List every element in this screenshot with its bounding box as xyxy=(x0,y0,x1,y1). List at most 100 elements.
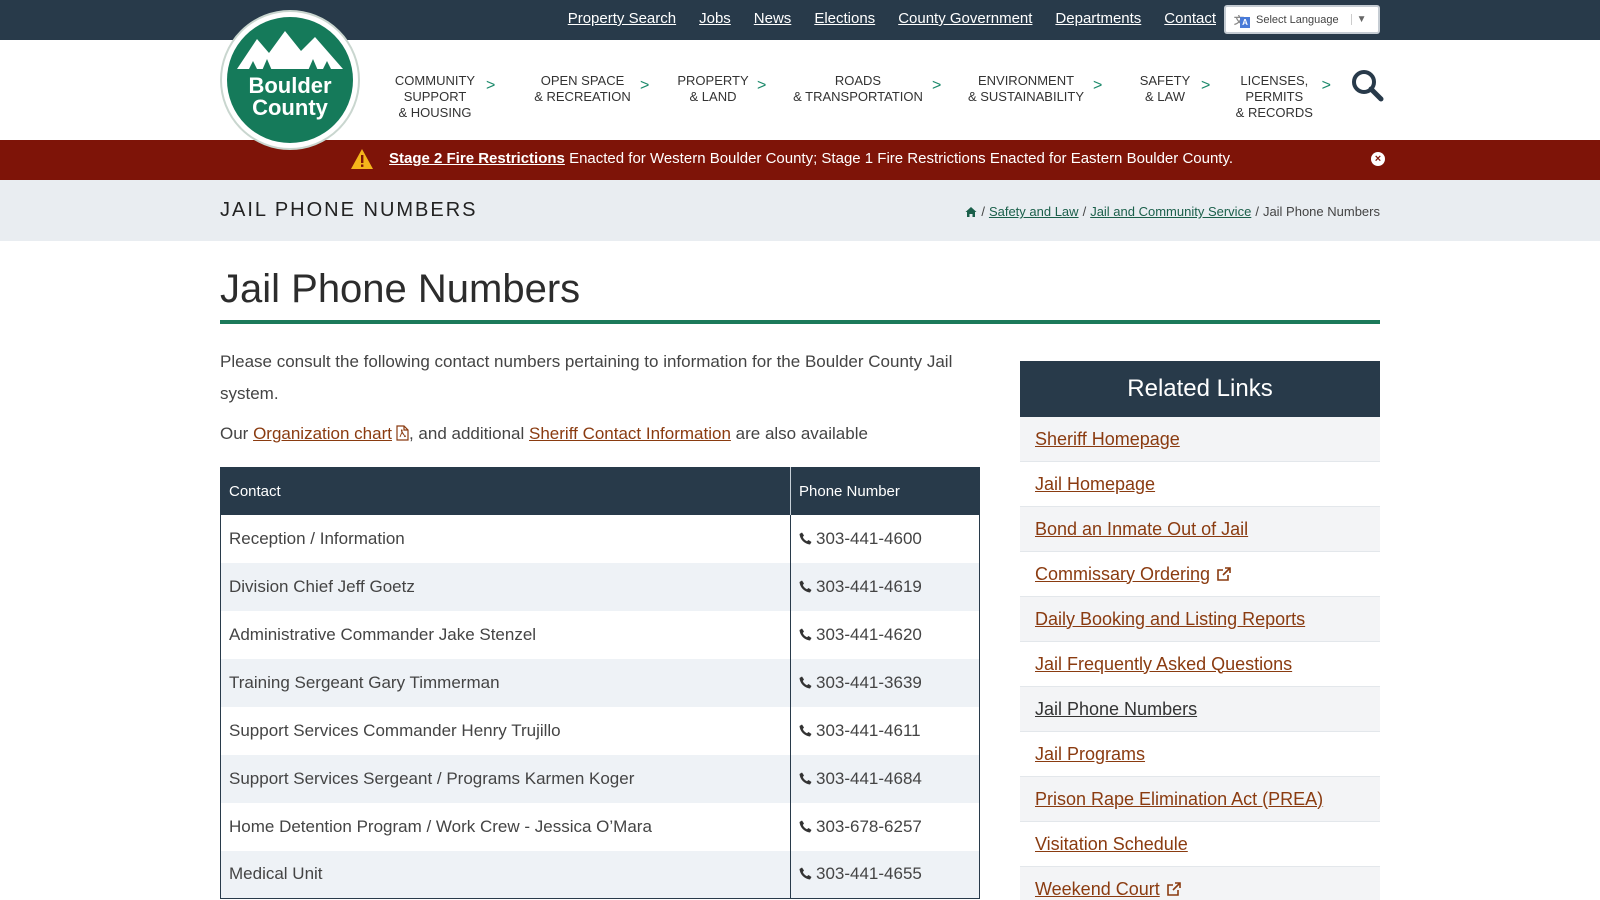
boulder-county-logo[interactable]: Boulder County xyxy=(220,10,360,150)
table-row: Reception / Information 303-441-4600 xyxy=(220,514,980,563)
sheriff-contact-link[interactable]: Sheriff Contact Information xyxy=(529,424,731,443)
table-row: Support Services Commander Henry Trujill… xyxy=(220,706,980,755)
language-select-label: Select Language xyxy=(1256,13,1339,26)
related-link-item: Commissary Ordering xyxy=(1020,552,1380,597)
phone-number[interactable]: 303-441-4600 xyxy=(816,529,922,548)
logo-line-2: County xyxy=(252,95,328,120)
phone-cell[interactable]: 303-441-3639 xyxy=(790,658,980,707)
phone-cell[interactable]: 303-441-4684 xyxy=(790,754,980,803)
breadcrumb-separator: / xyxy=(981,204,985,219)
utility-nav: Property Search Jobs News Elections Coun… xyxy=(568,10,1216,27)
phone-cell[interactable]: 303-441-4655 xyxy=(790,850,980,899)
related-link[interactable]: Jail Frequently Asked Questions xyxy=(1035,654,1292,675)
related-link-item: Visitation Schedule xyxy=(1020,822,1380,867)
related-links-title: Related Links xyxy=(1020,361,1380,417)
related-link-item: Prison Rape Elimination Act (PREA) xyxy=(1020,777,1380,822)
related-link[interactable]: Jail Homepage xyxy=(1035,474,1155,495)
table-row: Home Detention Program / Work Crew - Jes… xyxy=(220,802,980,851)
contact-cell: Support Services Sergeant / Programs Kar… xyxy=(220,754,791,803)
alert-text: Enacted for Western Boulder County; Stag… xyxy=(564,150,1234,167)
breadcrumb: / Safety and Law / Jail and Community Se… xyxy=(965,204,1380,219)
phone-number[interactable]: 303-441-4620 xyxy=(816,625,922,644)
related-link-item: Jail Programs xyxy=(1020,732,1380,777)
nav-item-open-space[interactable]: OPEN SPACE & RECREATION > xyxy=(533,73,658,105)
language-select[interactable]: 文A Select Language ▼ xyxy=(1224,5,1380,34)
related-link-item: Daily Booking and Listing Reports xyxy=(1020,597,1380,642)
nav-item-label: ENVIRONMENT & SUSTAINABILITY xyxy=(967,73,1085,104)
related-link[interactable]: Daily Booking and Listing Reports xyxy=(1035,609,1305,630)
fire-restriction-alert: Stage 2 Fire Restrictions Enacted for We… xyxy=(0,140,1600,180)
phone-icon xyxy=(799,625,816,644)
chevron-right-icon: > xyxy=(932,77,942,94)
table-row: Medical Unit 303-441-4655 xyxy=(220,850,980,899)
utility-link-property-search[interactable]: Property Search xyxy=(568,10,676,27)
related-links-panel: Related Links Sheriff Homepage Jail Homep… xyxy=(1020,361,1380,900)
phone-icon xyxy=(799,817,816,836)
related-link[interactable]: Prison Rape Elimination Act (PREA) xyxy=(1035,789,1323,810)
utility-link-jobs[interactable]: Jobs xyxy=(699,10,731,27)
phone-cell[interactable]: 303-441-4620 xyxy=(791,611,980,659)
chevron-right-icon: > xyxy=(1201,77,1211,94)
breadcrumb-safety-law[interactable]: Safety and Law xyxy=(989,204,1079,219)
breadcrumb-jail-community-service[interactable]: Jail and Community Service xyxy=(1090,204,1251,219)
translate-icon: 文A xyxy=(1234,12,1250,28)
nav-item-safety-law[interactable]: SAFETY & LAW > xyxy=(1137,73,1221,105)
main-nav: COMMUNITY SUPPORT & HOUSING > OPEN SPACE… xyxy=(392,73,1331,121)
related-link[interactable]: Jail Programs xyxy=(1035,744,1145,765)
utility-link-departments[interactable]: Departments xyxy=(1055,10,1141,27)
related-link[interactable]: Commissary Ordering xyxy=(1035,564,1210,585)
logo-emblem: Boulder County xyxy=(227,17,353,143)
phone-number[interactable]: 303-441-3639 xyxy=(816,673,922,692)
related-link-item: Jail Phone Numbers xyxy=(1020,687,1380,732)
phone-icon xyxy=(799,673,816,692)
related-link[interactable]: Sheriff Homepage xyxy=(1035,429,1180,450)
phone-cell[interactable]: 303-441-4619 xyxy=(790,562,980,611)
nav-item-community-support[interactable]: COMMUNITY SUPPORT & HOUSING > xyxy=(392,73,514,121)
related-link[interactable]: Jail Phone Numbers xyxy=(1035,699,1197,720)
utility-link-contact[interactable]: Contact xyxy=(1164,10,1216,27)
intro-links: Our Organization chart , and additional S… xyxy=(220,424,868,444)
related-link[interactable]: Weekend Court xyxy=(1035,879,1160,900)
page-title: Jail Phone Numbers xyxy=(220,267,581,311)
phone-cell[interactable]: 303-441-4611 xyxy=(791,707,980,755)
related-link[interactable]: Bond an Inmate Out of Jail xyxy=(1035,519,1248,540)
phone-number[interactable]: 303-441-4684 xyxy=(816,769,922,788)
chevron-right-icon: > xyxy=(640,77,650,94)
related-link-item: Jail Homepage xyxy=(1020,462,1380,507)
table-row: Administrative Commander Jake Stenzel 303… xyxy=(220,610,980,659)
phone-number[interactable]: 303-441-4611 xyxy=(816,721,921,740)
table-row: Support Services Sergeant / Programs Kar… xyxy=(220,754,980,803)
phone-number[interactable]: 303-441-4619 xyxy=(816,577,922,596)
related-link[interactable]: Visitation Schedule xyxy=(1035,834,1188,855)
breadcrumb-separator: / xyxy=(1082,204,1087,219)
nav-item-label: PROPERTY & LAND xyxy=(677,73,749,104)
phone-icon xyxy=(799,864,816,883)
phone-number[interactable]: 303-678-6257 xyxy=(816,817,922,836)
close-icon[interactable]: × xyxy=(1371,152,1385,166)
phone-number[interactable]: 303-441-4655 xyxy=(816,864,922,883)
utility-link-county-government[interactable]: County Government xyxy=(898,10,1032,27)
pdf-icon xyxy=(396,425,409,441)
nav-item-label: ROADS & TRANSPORTATION xyxy=(793,73,923,104)
phone-cell[interactable]: 303-441-4600 xyxy=(791,515,980,563)
column-header-phone: Phone Number xyxy=(790,467,980,515)
phone-cell[interactable]: 303-678-6257 xyxy=(791,803,980,851)
nav-item-label: LICENSES, PERMITS & RECORDS xyxy=(1235,73,1313,120)
phone-icon xyxy=(799,721,816,740)
org-chart-link[interactable]: Organization chart xyxy=(253,424,392,443)
nav-item-licenses[interactable]: LICENSES, PERMITS & RECORDS > xyxy=(1235,73,1331,121)
table-header-row: Contact Phone Number xyxy=(220,467,980,515)
nav-item-property-land[interactable]: PROPERTY & LAND > xyxy=(677,73,771,105)
utility-link-elections[interactable]: Elections xyxy=(814,10,875,27)
search-icon[interactable] xyxy=(1350,68,1384,102)
intro-mid: , and additional xyxy=(408,424,530,443)
alert-link[interactable]: Stage 2 Fire Restrictions xyxy=(389,150,565,167)
utility-link-news[interactable]: News xyxy=(754,10,792,27)
title-divider xyxy=(220,320,1380,324)
home-icon[interactable] xyxy=(965,206,977,218)
external-link-icon xyxy=(1160,879,1182,900)
contact-cell: Home Detention Program / Work Crew - Jes… xyxy=(220,802,791,851)
nav-item-roads-transportation[interactable]: ROADS & TRANSPORTATION > xyxy=(792,73,947,105)
contact-cell: Administrative Commander Jake Stenzel xyxy=(220,610,791,659)
nav-item-environment[interactable]: ENVIRONMENT & SUSTAINABILITY > xyxy=(967,73,1120,105)
